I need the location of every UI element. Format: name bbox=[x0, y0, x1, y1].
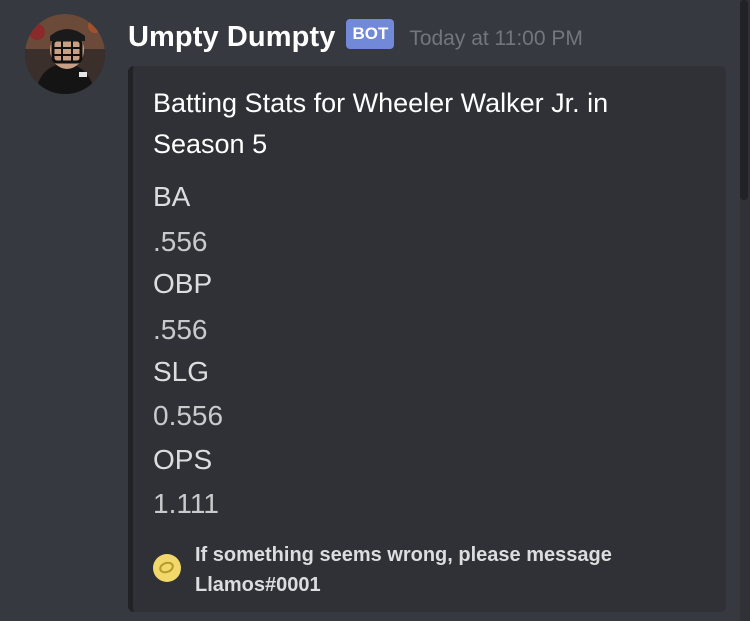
field-obp-value: .556 bbox=[153, 314, 208, 345]
field-ba-value: .556 bbox=[153, 226, 208, 257]
author-name[interactable]: Umpty Dumpty bbox=[128, 21, 335, 54]
field-slg-name: SLG bbox=[153, 356, 210, 387]
embed-card: Batting Stats for Wheeler Walker Jr. in … bbox=[128, 66, 726, 612]
field-obp-name: OBP bbox=[153, 268, 213, 299]
field-ops-name: OPS bbox=[153, 444, 213, 475]
footer-text: If something seems wrong, please message… bbox=[195, 544, 612, 596]
lemon-icon bbox=[153, 554, 181, 582]
field-ops-value: 1.111 bbox=[153, 488, 219, 519]
field-slg-value: 0.556 bbox=[153, 400, 224, 431]
bot-badge: BOT bbox=[346, 19, 395, 49]
umpire-avatar-icon bbox=[25, 14, 105, 94]
message-header: Umpty Dumpty BOT Today at 11:00 PM bbox=[128, 15, 583, 59]
embed-title: Batting Stats for Wheeler Walker Jr. in … bbox=[153, 88, 609, 159]
scrollbar-track[interactable] bbox=[740, 0, 750, 621]
avatar[interactable] bbox=[25, 14, 105, 94]
embed-footer: If something seems wrong, please message… bbox=[153, 540, 675, 600]
field-ba-name: BA bbox=[153, 181, 191, 212]
scrollbar-thumb[interactable] bbox=[740, 0, 748, 200]
message-timestamp: Today at 11:00 PM bbox=[409, 27, 583, 50]
